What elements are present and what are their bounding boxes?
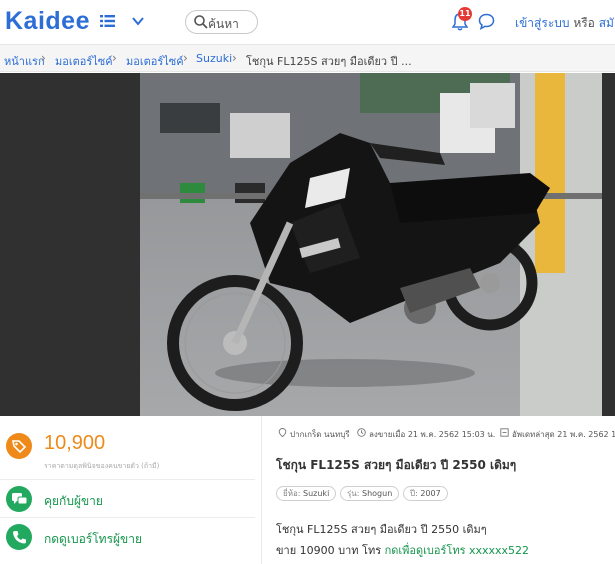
chip-model-value: Shogun bbox=[362, 489, 393, 498]
breadcrumb: หน้าแรก › มอเตอร์ไซค์ › มอเตอร์ไซค์ › Su… bbox=[0, 44, 615, 72]
or-text: หรือ bbox=[573, 16, 595, 30]
chip-model[interactable]: รุ่น: Shogun bbox=[340, 486, 400, 501]
chip-brand-value: Suzuki bbox=[303, 489, 330, 498]
description-line-1: โชกุน FL125S สวยๆ มือเดียว ปี 2550 เดิมๆ bbox=[276, 523, 487, 536]
notification-badge: 11 bbox=[458, 7, 472, 21]
location-icon bbox=[278, 428, 287, 437]
price-note: ราคาตามดุลพินิจของคนขายตัว (ถ้ามี) bbox=[44, 462, 160, 470]
breadcrumb-motorcycle[interactable]: มอเตอร์ไซค์ bbox=[55, 52, 113, 70]
chip-model-label: รุ่น: bbox=[347, 489, 360, 498]
description-line-2: ขาย 10900 บาท โทร กดเพื่อดูเบอร์โทร xxxx… bbox=[276, 541, 529, 559]
chat-bubbles-icon bbox=[6, 486, 32, 512]
chip-brand-label: ยี่ห้อ: bbox=[283, 489, 301, 498]
register-link[interactable]: สมั bbox=[599, 16, 614, 30]
breadcrumb-separator: › bbox=[183, 51, 188, 65]
breadcrumb-suzuki[interactable]: Suzuki bbox=[196, 52, 232, 65]
tag-icon bbox=[6, 433, 32, 459]
chat-with-seller-button[interactable]: คุยกับผู้ขาย bbox=[0, 479, 255, 517]
call-seller-button[interactable]: กดดูเบอร์โทรผู้ขาย bbox=[0, 517, 255, 555]
chip-year-label: ปี: bbox=[410, 489, 418, 498]
chip-brand[interactable]: ยี่ห้อ: Suzuki bbox=[276, 486, 337, 501]
description-price-text: ขาย 10900 บาท โทร bbox=[276, 544, 382, 557]
chevron-down-icon[interactable] bbox=[132, 16, 144, 26]
listing-title: โชกุน FL125S สวยๆ มือเดียว ปี 2550 เดิมๆ bbox=[276, 458, 517, 472]
chat-icon[interactable] bbox=[478, 13, 495, 30]
top-header: Kaidee ค้นหา 11 เข้าสู่ระบบ หรือ สมั bbox=[0, 0, 615, 44]
breadcrumb-motorcycle-2[interactable]: มอเตอร์ไซค์ bbox=[126, 52, 184, 70]
search-box[interactable]: ค้นหา bbox=[185, 10, 258, 34]
price: 10,900 bbox=[44, 432, 106, 454]
clock-icon bbox=[357, 428, 366, 437]
updated-meta: อัพเดทล่าสุด 21 พ.ค. 2562 15:0 bbox=[500, 428, 615, 441]
kaidee-logo[interactable]: Kaidee bbox=[5, 7, 90, 36]
chip-year-value: 2007 bbox=[420, 489, 441, 498]
search-icon bbox=[194, 15, 208, 29]
chip-year[interactable]: ปี: 2007 bbox=[403, 486, 448, 501]
breadcrumb-home[interactable]: หน้าแรก bbox=[4, 52, 45, 70]
breadcrumb-separator: › bbox=[112, 51, 117, 65]
refresh-icon bbox=[500, 428, 509, 437]
posted-text: ลงขายเมื่อ 21 พ.ค. 2562 15:03 น. bbox=[369, 430, 496, 439]
updated-text: อัพเดทล่าสุด 21 พ.ค. 2562 15:0 bbox=[512, 430, 615, 439]
breadcrumb-separator: › bbox=[232, 51, 237, 65]
location-text: ปากเกร็ด นนทบุรี bbox=[290, 430, 350, 439]
show-phone-link[interactable]: กดเพื่อดูเบอร์โทร xxxxxx522 bbox=[385, 544, 529, 557]
breadcrumb-separator: › bbox=[41, 51, 46, 65]
login-register: เข้าสู่ระบบ หรือ สมั bbox=[515, 14, 614, 33]
breadcrumb-current: โชกุน FL125S สวยๆ มือเดียว ปี ... bbox=[246, 55, 412, 68]
phone-icon bbox=[6, 524, 32, 550]
chat-with-seller-label: คุยกับผู้ขาย bbox=[44, 494, 103, 508]
menu-icon[interactable] bbox=[100, 15, 115, 27]
listing-photo[interactable] bbox=[140, 73, 602, 416]
motorcycle-photo bbox=[140, 73, 602, 416]
login-link[interactable]: เข้าสู่ระบบ bbox=[515, 16, 570, 30]
search-placeholder: ค้นหา bbox=[208, 17, 239, 31]
call-seller-label: กดดูเบอร์โทรผู้ขาย bbox=[44, 532, 143, 546]
location-meta: ปากเกร็ด นนทบุรี bbox=[278, 428, 350, 441]
posted-meta: ลงขายเมื่อ 21 พ.ค. 2562 15:03 น. bbox=[357, 428, 495, 441]
